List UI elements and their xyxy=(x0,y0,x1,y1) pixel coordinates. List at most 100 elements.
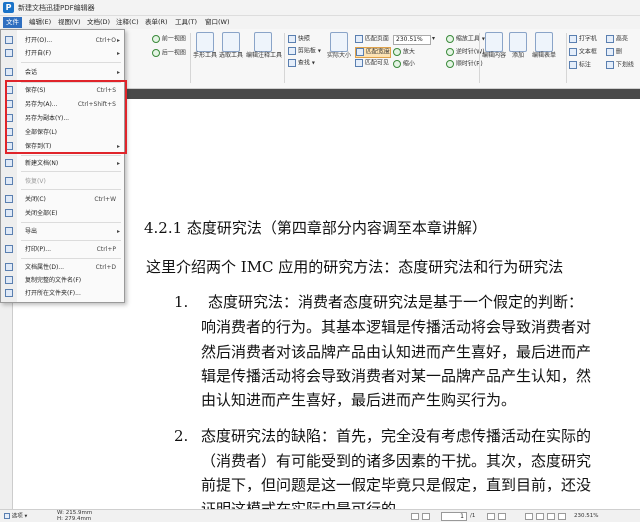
list-item-line: 然后消费者对该品牌产品由认知进而产生喜好，最后进而产 xyxy=(201,343,592,361)
arrow-right-icon xyxy=(152,49,160,57)
fit-visible-icon xyxy=(355,59,363,67)
menu-separator xyxy=(21,62,121,63)
underline-icon xyxy=(606,61,614,69)
menu-item-close-all[interactable]: 关闭全部(E) xyxy=(1,208,124,219)
actual-size-button[interactable]: 实际大小 xyxy=(326,32,352,60)
last-page-button[interactable] xyxy=(498,513,506,520)
app-logo: P xyxy=(3,2,14,13)
list-item-number: 2. xyxy=(174,427,189,445)
underline-button[interactable]: 下划线 xyxy=(606,61,634,70)
menu-item-label: 打印(P)... xyxy=(25,246,52,253)
menu-item-export[interactable]: 导出 ▸ xyxy=(1,226,124,237)
submenu-arrow-icon: ▸ xyxy=(116,160,120,167)
underline-label: 下划线 xyxy=(615,61,634,69)
callout-label: 标注 xyxy=(578,61,591,69)
fit-visible-button[interactable]: 匹配可见 xyxy=(355,59,389,68)
menu-separator xyxy=(21,189,121,190)
snapshot-button[interactable]: 快照 xyxy=(288,35,310,44)
page-total: /1 xyxy=(470,513,476,519)
fit-width-button[interactable]: 匹配宽度 xyxy=(355,47,391,58)
fit-width-label: 匹配宽度 xyxy=(365,48,390,56)
strikeout-button[interactable]: 删 xyxy=(606,48,622,57)
textbox-button[interactable]: 文本框 xyxy=(569,48,597,57)
menu-item-label: 关闭(C) xyxy=(25,196,46,203)
back-view-button[interactable]: 前一视图 xyxy=(152,35,186,44)
typewriter-button[interactable]: 打字机 xyxy=(569,35,597,44)
first-page-button[interactable] xyxy=(411,513,419,520)
add-button[interactable]: 添加 xyxy=(509,32,527,60)
menu-bar: 文件 编辑(E) 视图(V) 文档(D) 注释(C) 表单(R) 工具(T) 窗… xyxy=(0,16,640,29)
next-page-button[interactable] xyxy=(487,513,495,520)
zoom-tool-label: 缩放工具 xyxy=(455,35,480,43)
find-button[interactable]: 查找 ▾ xyxy=(288,59,315,68)
form-icon xyxy=(535,32,553,52)
menu-item-properties[interactable]: 文档属性(D)... Ctrl+D xyxy=(1,262,124,273)
facing-continuous-view-icon[interactable] xyxy=(558,513,566,520)
edit-annotation-tool-label: 编辑注释工具 xyxy=(246,52,283,59)
menu-form[interactable]: 表单(R) xyxy=(142,17,171,28)
title-bar: P 新建文档迅捷PDF编辑器 xyxy=(0,0,640,16)
status-zoom-readout[interactable]: 230.51% xyxy=(574,513,598,519)
menu-item-open[interactable]: 打开(O)... Ctrl+O ▸ xyxy=(1,35,124,46)
menu-view[interactable]: 视图(V) xyxy=(55,17,84,28)
zoom-in-button[interactable]: 放大 xyxy=(393,48,415,57)
options-label: 选项 xyxy=(11,513,23,520)
fit-page-label: 匹配页面 xyxy=(364,35,389,43)
menu-item-label: 恢复(V) xyxy=(25,178,46,185)
callout-button[interactable]: 标注 xyxy=(569,61,591,70)
options-icon xyxy=(4,513,10,519)
edit-form-label: 编辑表单 xyxy=(531,52,556,59)
menu-item-session[interactable]: 会话 ▸ xyxy=(1,67,124,78)
file-menu-dropdown: 打开(O)... Ctrl+O ▸ 打开自(F) ▸ 会话 ▸ 保存(S) Ctrl+S … xyxy=(0,29,125,303)
page-number-input[interactable]: 1 xyxy=(441,512,467,521)
open-from-icon xyxy=(5,49,13,57)
menu-edit[interactable]: 编辑(E) xyxy=(26,17,54,28)
menu-item-open-folder[interactable]: 打开所在文件夹(F)... xyxy=(1,288,124,299)
menu-tools[interactable]: 工具(T) xyxy=(172,17,200,28)
forward-view-button[interactable]: 后一视图 xyxy=(152,49,186,58)
previous-page-button[interactable] xyxy=(422,513,430,520)
rotate-cw-button[interactable]: 顺时针(R) xyxy=(446,60,483,69)
menu-item-revert[interactable]: 恢复(V) xyxy=(1,176,124,187)
clipboard-icon xyxy=(288,47,296,55)
highlight-button[interactable]: 高亮 xyxy=(606,35,628,44)
close-icon xyxy=(5,195,13,203)
edit-content-label: 编辑内容 xyxy=(481,52,506,59)
actual-size-icon xyxy=(330,32,348,52)
menu-item-label: 新建文档(N) xyxy=(25,160,59,167)
menu-item-copy-filename[interactable]: 复制完整的文件名(F) xyxy=(1,275,124,286)
menu-item-open-from[interactable]: 打开自(F) ▸ xyxy=(1,48,124,59)
menu-file[interactable]: 文件 xyxy=(3,17,22,28)
edit-annotation-tool-button[interactable]: 编辑注释工具 xyxy=(246,32,283,60)
facing-view-icon[interactable] xyxy=(547,513,555,520)
zoom-in-icon xyxy=(393,48,401,56)
continuous-view-icon[interactable] xyxy=(536,513,544,520)
menu-item-label: 打开自(F) xyxy=(25,50,52,57)
fit-page-button[interactable]: 匹配页面 xyxy=(355,35,389,44)
zoom-out-button[interactable]: 缩小 xyxy=(393,60,415,69)
options-button[interactable]: 选项 ▾ xyxy=(4,513,27,520)
rotate-left-icon xyxy=(446,48,454,56)
highlight-label: 高亮 xyxy=(615,35,628,43)
zoom-dropdown-icon[interactable]: ▾ xyxy=(432,35,435,43)
edit-content-button[interactable]: 编辑内容 xyxy=(481,32,507,60)
ribbon-separator xyxy=(566,33,567,83)
submenu-arrow-icon: ▸ xyxy=(116,228,120,235)
edit-form-button[interactable]: 编辑表单 xyxy=(531,32,557,60)
menu-item-print[interactable]: 打印(P)... Ctrl+P xyxy=(1,244,124,255)
single-page-view-icon[interactable] xyxy=(525,513,533,520)
menu-item-new-document[interactable]: 新建文档(N) ▸ xyxy=(1,158,124,169)
menu-window[interactable]: 窗口(W) xyxy=(202,17,233,28)
window-title: 新建文档迅捷PDF编辑器 xyxy=(18,4,95,12)
camera-icon xyxy=(288,35,296,43)
menu-document[interactable]: 文档(D) xyxy=(84,17,113,28)
menu-comment[interactable]: 注释(C) xyxy=(113,17,142,28)
menu-item-close[interactable]: 关闭(C) Ctrl+W xyxy=(1,194,124,205)
clipboard-button[interactable]: 剪贴板 ▾ xyxy=(288,47,321,56)
zoom-level-input[interactable]: 230.51% xyxy=(393,35,431,45)
textbox-icon xyxy=(569,48,577,56)
hand-tool-button[interactable]: 手形工具 xyxy=(193,32,217,60)
typewriter-label: 打字机 xyxy=(578,35,597,43)
select-tool-button[interactable]: 选取工具 xyxy=(219,32,243,60)
list-item-line: 态度研究法：消费者态度研究法是基于一个假定的判断： xyxy=(208,293,584,311)
